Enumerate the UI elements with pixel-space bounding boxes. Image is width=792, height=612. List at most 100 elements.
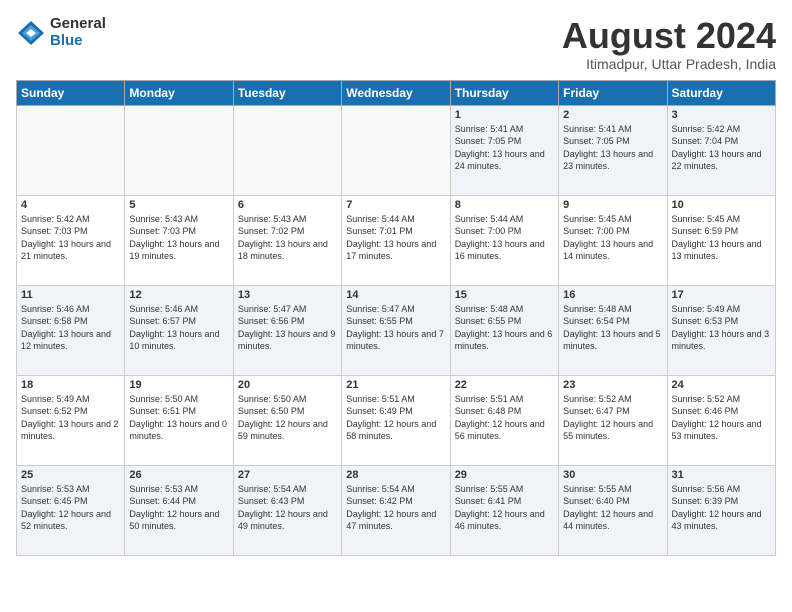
day-content: Sunrise: 5:55 AM Sunset: 6:40 PM Dayligh… bbox=[563, 483, 662, 533]
calendar-cell: 1Sunrise: 5:41 AM Sunset: 7:05 PM Daylig… bbox=[450, 105, 558, 195]
calendar-cell: 2 Sunrise: 5:41 AM Sunset: 7:05 PM Daylig… bbox=[559, 105, 667, 195]
page-header: General Blue August 2024 Itimadpur, Utta… bbox=[16, 16, 776, 72]
day-content: Sunrise: 5:55 AM Sunset: 6:41 PM Dayligh… bbox=[455, 483, 554, 533]
day-number: 15 bbox=[455, 289, 554, 301]
day-number: 25 bbox=[21, 469, 120, 481]
weekday-header-cell: Sunday bbox=[17, 80, 125, 105]
weekday-header-cell: Saturday bbox=[667, 80, 775, 105]
calendar-cell: 6Sunrise: 5:43 AM Sunset: 7:02 PM Daylig… bbox=[233, 195, 341, 285]
day-number: 4 bbox=[21, 199, 120, 211]
calendar-cell bbox=[125, 105, 233, 195]
calendar-cell: 16 Sunrise: 5:48 AM Sunset: 6:54 PM Dayli… bbox=[559, 285, 667, 375]
day-number: 26 bbox=[129, 469, 228, 481]
calendar-cell: 22Sunrise: 5:51 AM Sunset: 6:48 PM Dayli… bbox=[450, 375, 558, 465]
calendar-cell: 29 Sunrise: 5:55 AM Sunset: 6:41 PM Dayli… bbox=[450, 465, 558, 555]
day-content: Sunrise: 5:42 AM Sunset: 7:04 PM Dayligh… bbox=[672, 123, 771, 173]
day-content: Sunrise: 5:46 AM Sunset: 6:58 PM Dayligh… bbox=[21, 303, 120, 353]
calendar-cell: 26 Sunrise: 5:53 AM Sunset: 6:44 PM Dayli… bbox=[125, 465, 233, 555]
day-number: 10 bbox=[672, 199, 771, 211]
day-content: Sunrise: 5:41 AM Sunset: 7:05 PM Dayligh… bbox=[455, 123, 554, 173]
day-number: 16 bbox=[563, 289, 662, 301]
day-number: 28 bbox=[346, 469, 445, 481]
day-content: Sunrise: 5:47 AM Sunset: 6:55 PM Dayligh… bbox=[346, 303, 445, 353]
calendar-cell: 21Sunrise: 5:51 AM Sunset: 6:49 PM Dayli… bbox=[342, 375, 450, 465]
calendar-cell: 24 Sunrise: 5:52 AM Sunset: 6:46 PM Dayli… bbox=[667, 375, 775, 465]
day-content: Sunrise: 5:51 AM Sunset: 6:49 PM Dayligh… bbox=[346, 393, 445, 443]
calendar-cell bbox=[342, 105, 450, 195]
calendar-cell: 12 Sunrise: 5:46 AM Sunset: 6:57 PM Dayli… bbox=[125, 285, 233, 375]
calendar-cell: 8 Sunrise: 5:44 AM Sunset: 7:00 PM Daylig… bbox=[450, 195, 558, 285]
day-number: 2 bbox=[563, 109, 662, 121]
day-number: 30 bbox=[563, 469, 662, 481]
logo-blue: Blue bbox=[50, 33, 106, 50]
day-content: Sunrise: 5:45 AM Sunset: 6:59 PM Dayligh… bbox=[672, 213, 771, 263]
day-content: Sunrise: 5:49 AM Sunset: 6:53 PM Dayligh… bbox=[672, 303, 771, 353]
day-number: 12 bbox=[129, 289, 228, 301]
calendar-cell: 31Sunrise: 5:56 AM Sunset: 6:39 PM Dayli… bbox=[667, 465, 775, 555]
calendar-cell: 3 Sunrise: 5:42 AM Sunset: 7:04 PM Daylig… bbox=[667, 105, 775, 195]
calendar-cell: 4Sunrise: 5:42 AM Sunset: 7:03 PM Daylig… bbox=[17, 195, 125, 285]
calendar-week-row: 4Sunrise: 5:42 AM Sunset: 7:03 PM Daylig… bbox=[17, 195, 776, 285]
day-number: 13 bbox=[238, 289, 337, 301]
day-content: Sunrise: 5:41 AM Sunset: 7:05 PM Dayligh… bbox=[563, 123, 662, 173]
calendar-cell: 20Sunrise: 5:50 AM Sunset: 6:50 PM Dayli… bbox=[233, 375, 341, 465]
day-content: Sunrise: 5:53 AM Sunset: 6:45 PM Dayligh… bbox=[21, 483, 120, 533]
day-content: Sunrise: 5:45 AM Sunset: 7:00 PM Dayligh… bbox=[563, 213, 662, 263]
logo-text: General Blue bbox=[50, 16, 106, 49]
weekday-header-cell: Wednesday bbox=[342, 80, 450, 105]
calendar-cell: 17 Sunrise: 5:49 AM Sunset: 6:53 PM Dayli… bbox=[667, 285, 775, 375]
title-block: August 2024 Itimadpur, Uttar Pradesh, In… bbox=[562, 16, 776, 72]
calendar-cell: 11 Sunrise: 5:46 AM Sunset: 6:58 PM Dayli… bbox=[17, 285, 125, 375]
logo-general: General bbox=[50, 16, 106, 33]
day-content: Sunrise: 5:47 AM Sunset: 6:56 PM Dayligh… bbox=[238, 303, 337, 353]
day-content: Sunrise: 5:46 AM Sunset: 6:57 PM Dayligh… bbox=[129, 303, 228, 353]
day-content: Sunrise: 5:43 AM Sunset: 7:02 PM Dayligh… bbox=[238, 213, 337, 263]
weekday-header-cell: Friday bbox=[559, 80, 667, 105]
day-content: Sunrise: 5:44 AM Sunset: 7:01 PM Dayligh… bbox=[346, 213, 445, 263]
day-number: 17 bbox=[672, 289, 771, 301]
calendar-cell: 9 Sunrise: 5:45 AM Sunset: 7:00 PM Daylig… bbox=[559, 195, 667, 285]
day-content: Sunrise: 5:52 AM Sunset: 6:46 PM Dayligh… bbox=[672, 393, 771, 443]
calendar-cell: 30 Sunrise: 5:55 AM Sunset: 6:40 PM Dayli… bbox=[559, 465, 667, 555]
weekday-header-cell: Thursday bbox=[450, 80, 558, 105]
logo: General Blue bbox=[16, 16, 106, 49]
day-content: Sunrise: 5:50 AM Sunset: 6:50 PM Dayligh… bbox=[238, 393, 337, 443]
calendar-cell: 28 Sunrise: 5:54 AM Sunset: 6:42 PM Dayli… bbox=[342, 465, 450, 555]
calendar-cell: 15Sunrise: 5:48 AM Sunset: 6:55 PM Dayli… bbox=[450, 285, 558, 375]
day-number: 31 bbox=[672, 469, 771, 481]
day-content: Sunrise: 5:52 AM Sunset: 6:47 PM Dayligh… bbox=[563, 393, 662, 443]
calendar-body: 1Sunrise: 5:41 AM Sunset: 7:05 PM Daylig… bbox=[17, 105, 776, 555]
day-content: Sunrise: 5:53 AM Sunset: 6:44 PM Dayligh… bbox=[129, 483, 228, 533]
calendar-cell: 18Sunrise: 5:49 AM Sunset: 6:52 PM Dayli… bbox=[17, 375, 125, 465]
calendar-cell: 5 Sunrise: 5:43 AM Sunset: 7:03 PM Daylig… bbox=[125, 195, 233, 285]
day-number: 3 bbox=[672, 109, 771, 121]
weekday-header-cell: Tuesday bbox=[233, 80, 341, 105]
calendar-cell: 14Sunrise: 5:47 AM Sunset: 6:55 PM Dayli… bbox=[342, 285, 450, 375]
weekday-header-cell: Monday bbox=[125, 80, 233, 105]
calendar-cell: 27Sunrise: 5:54 AM Sunset: 6:43 PM Dayli… bbox=[233, 465, 341, 555]
day-number: 5 bbox=[129, 199, 228, 211]
day-content: Sunrise: 5:54 AM Sunset: 6:42 PM Dayligh… bbox=[346, 483, 445, 533]
day-number: 29 bbox=[455, 469, 554, 481]
day-content: Sunrise: 5:50 AM Sunset: 6:51 PM Dayligh… bbox=[129, 393, 228, 443]
day-number: 22 bbox=[455, 379, 554, 391]
day-number: 8 bbox=[455, 199, 554, 211]
page-title: August 2024 bbox=[562, 16, 776, 56]
calendar-table: SundayMondayTuesdayWednesdayThursdayFrid… bbox=[16, 80, 776, 556]
day-number: 24 bbox=[672, 379, 771, 391]
day-number: 18 bbox=[21, 379, 120, 391]
calendar-week-row: 11 Sunrise: 5:46 AM Sunset: 6:58 PM Dayli… bbox=[17, 285, 776, 375]
day-number: 11 bbox=[21, 289, 120, 301]
day-number: 9 bbox=[563, 199, 662, 211]
day-content: Sunrise: 5:43 AM Sunset: 7:03 PM Dayligh… bbox=[129, 213, 228, 263]
day-number: 27 bbox=[238, 469, 337, 481]
day-content: Sunrise: 5:44 AM Sunset: 7:00 PM Dayligh… bbox=[455, 213, 554, 263]
day-content: Sunrise: 5:48 AM Sunset: 6:54 PM Dayligh… bbox=[563, 303, 662, 353]
calendar-cell: 7 Sunrise: 5:44 AM Sunset: 7:01 PM Daylig… bbox=[342, 195, 450, 285]
day-number: 7 bbox=[346, 199, 445, 211]
weekday-header-row: SundayMondayTuesdayWednesdayThursdayFrid… bbox=[17, 80, 776, 105]
calendar-cell: 10 Sunrise: 5:45 AM Sunset: 6:59 PM Dayli… bbox=[667, 195, 775, 285]
calendar-cell: 19Sunrise: 5:50 AM Sunset: 6:51 PM Dayli… bbox=[125, 375, 233, 465]
calendar-cell bbox=[17, 105, 125, 195]
logo-icon bbox=[16, 19, 46, 47]
